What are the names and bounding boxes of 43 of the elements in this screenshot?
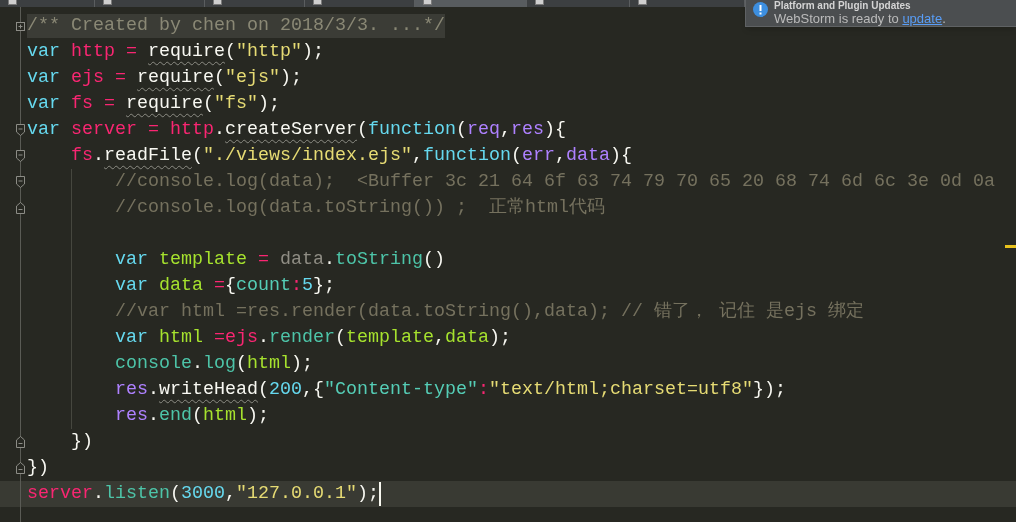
notification-title: Platform and Plugin Updates — [774, 0, 912, 11]
notification-message: WebStorm is ready to update. — [774, 11, 946, 26]
editor-tab[interactable] — [527, 0, 630, 7]
editor-tab[interactable] — [95, 0, 205, 7]
fold-plus-icon[interactable] — [16, 21, 25, 31]
editor-tab[interactable] — [630, 0, 745, 7]
file-icon — [8, 0, 17, 5]
editor-tab[interactable] — [0, 0, 95, 7]
code-line: var data ={count:5}; — [115, 274, 335, 298]
code-line: var ejs = require("ejs"); — [27, 66, 302, 90]
file-icon — [535, 0, 544, 5]
code-line: fs.readFile("./views/index.ejs",function(err,data){ — [71, 144, 632, 168]
code-line: //console.log(data); <Buffer 3c 21 64 6f 63 74 79 70 65 20 68 74 6d 6c 3e 0d 0a — [115, 170, 995, 194]
fold-minus-icon[interactable] — [16, 124, 25, 136]
file-icon — [638, 0, 647, 5]
code-line: server.listen(3000,"127.0.0.1"); — [27, 482, 379, 506]
editor-tab[interactable] — [305, 0, 415, 7]
fold-minus-icon[interactable] — [16, 202, 25, 214]
fold-minus-icon[interactable] — [16, 176, 25, 188]
code-line: }) — [27, 456, 49, 480]
code-line: console.log(html); — [115, 352, 313, 376]
fold-minus-icon[interactable] — [16, 462, 25, 474]
text-caret — [379, 482, 381, 506]
code-line: //var html =res.render(data.toString(),data); // 错了， 记住 是ejs 绑定 — [115, 300, 864, 324]
fold-minus-icon[interactable] — [16, 436, 25, 448]
code-line: //console.log(data.toString()) ; 正常html代码 — [115, 196, 605, 220]
file-icon — [423, 0, 432, 5]
info-icon — [753, 2, 768, 17]
code-line: }) — [71, 430, 93, 454]
editor-tab[interactable] — [205, 0, 305, 7]
warning-marker-icon[interactable] — [1005, 245, 1016, 248]
editor-tab[interactable] — [415, 0, 527, 7]
code-line: res.writeHead(200,{"Content-type":"text/html;charset=utf8"}); — [115, 378, 786, 402]
code-line: res.end(html); — [115, 404, 269, 428]
file-icon — [313, 0, 322, 5]
code-line: var template = data.toString() — [115, 248, 445, 272]
file-icon — [213, 0, 222, 5]
file-icon — [103, 0, 112, 5]
fold-minus-icon[interactable] — [16, 150, 25, 162]
code-line: var http = require("http"); — [27, 40, 324, 64]
code-line: var html =ejs.render(template,data); — [115, 326, 511, 350]
code-line: var server = http.createServer(function(req,res){ — [27, 118, 566, 142]
code-line: var fs = require("fs"); — [27, 92, 280, 116]
